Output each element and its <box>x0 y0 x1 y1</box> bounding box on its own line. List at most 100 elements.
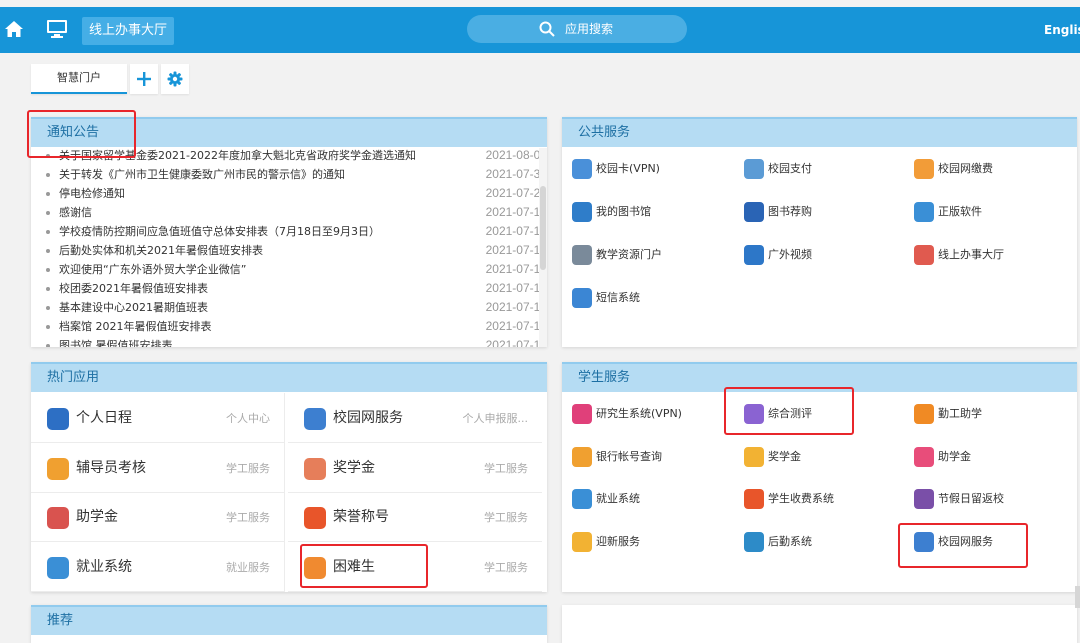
hot-app-name: 校园网服务 <box>333 410 403 426</box>
language-switch[interactable]: English <box>1044 23 1080 37</box>
top-navigation-bar: 线上办事大厅 应用搜索 English <box>0 7 1080 53</box>
holiday-icon <box>914 489 934 509</box>
recommend-title: 推荐 <box>31 605 547 635</box>
scrollbar-thumb[interactable] <box>540 186 546 270</box>
settings-button[interactable] <box>161 64 189 94</box>
hot-app-name: 荣誉称号 <box>333 509 389 525</box>
welcome-icon <box>572 531 592 552</box>
teaching-resource-icon <box>572 245 592 265</box>
annotation-box-hardship <box>300 544 428 588</box>
campus-card-icon <box>572 159 592 179</box>
service-label: 迎新服务 <box>596 534 640 548</box>
student-fee-icon <box>744 489 764 509</box>
monitor-icon[interactable] <box>46 19 68 39</box>
bullet-dot <box>46 173 50 177</box>
hot-app-item[interactable]: 辅导员考核 学工服务 <box>31 442 285 493</box>
bullet-dot <box>46 325 50 329</box>
notice-date: 2021-07-17 <box>485 262 539 276</box>
public-services-panel: 公共服务 校园卡(VPN) 校园支付 校园网缴费 我的图书馆 图书荐购 正版软件 教学资源门… <box>562 117 1077 347</box>
notice-list-item[interactable]: 基本建设中心2021暑期值班表 2021-07-17 <box>31 298 539 317</box>
hot-app-category: 个人中心 <box>226 412 270 425</box>
hot-app-item[interactable]: 荣誉称号 学工服务 <box>288 492 542 542</box>
bullet-dot <box>46 249 50 253</box>
notice-list-item[interactable]: 停电检修通知 2021-07-20 <box>31 184 539 203</box>
service-label: 奖学金 <box>768 449 801 463</box>
add-tab-button[interactable] <box>130 64 158 94</box>
service-label: 我的图书馆 <box>596 205 651 218</box>
counselor-icon <box>47 457 69 480</box>
notice-date: 2021-07-20 <box>485 186 539 200</box>
notice-list-item[interactable]: 关于转发《广州市卫生健康委致广州市民的警示信》的通知 2021-07-31 <box>31 165 539 184</box>
service-label: 节假日留返校 <box>938 492 1004 505</box>
notice-title[interactable]: 后勤处实体和机关2021年暑假值班安排表 <box>59 241 464 260</box>
notice-title[interactable]: 校团委2021年暑假值班安排表 <box>59 279 464 298</box>
bullet-dot <box>46 230 50 234</box>
work-study-icon <box>914 404 934 424</box>
library-icon <box>572 202 592 222</box>
hot-app-name: 辅导员考核 <box>76 459 146 476</box>
notice-title[interactable]: 关于转发《广州市卫生健康委致广州市民的警示信》的通知 <box>59 165 464 184</box>
notice-list-item[interactable]: 图书馆 暑假值班安排表 2021-07-17 <box>31 336 539 347</box>
plus-icon <box>137 72 151 86</box>
bullet-dot <box>46 306 50 310</box>
service-label: 勤工助学 <box>938 407 982 420</box>
hot-app-item[interactable]: 就业系统 就业服务 <box>31 541 285 592</box>
service-label: 就业系统 <box>596 492 640 505</box>
notice-date: 2021-07-17 <box>485 224 539 238</box>
book-purchase-icon <box>744 202 764 222</box>
payment-icon <box>744 159 764 179</box>
service-hall-icon <box>914 245 934 265</box>
hot-app-name: 个人日程 <box>76 410 132 426</box>
hot-app-item[interactable]: 校园网服务 个人申报服... <box>288 393 542 443</box>
app-search-button[interactable]: 应用搜索 <box>467 15 687 43</box>
notice-list-item[interactable]: 后勤处实体和机关2021年暑假值班安排表 2021-07-17 <box>31 241 539 260</box>
bullet-dot <box>46 344 50 347</box>
recommend-panel: 推荐 <box>31 605 547 643</box>
notice-title[interactable]: 学校疫情防控期间应急值班值守总体安排表（7月18日至9月3日） <box>59 222 464 241</box>
network-fee-icon <box>914 159 934 179</box>
notice-date: 2021-07-17 <box>485 281 539 295</box>
notice-scrollbar[interactable] <box>539 148 547 347</box>
graduate-icon <box>572 404 592 424</box>
search-label: 应用搜索 <box>565 22 614 36</box>
service-label: 线上办事大厅 <box>938 248 1004 261</box>
bullet-dot <box>46 211 50 215</box>
bullet-dot <box>46 287 50 291</box>
annotation-box-evaluation <box>724 387 854 435</box>
notice-list-item[interactable]: 感谢信 2021-07-17 <box>31 203 539 222</box>
bullet-dot <box>46 192 50 196</box>
grant-icon <box>914 446 934 467</box>
notice-title[interactable]: 基本建设中心2021暑期值班表 <box>59 298 464 317</box>
service-label: 校园支付 <box>768 162 812 175</box>
hot-apps-grid: 个人日程 个人中心 校园网服务 个人申报服... 辅导员考核 学工服务 奖学金 学工服务 助学金… <box>31 393 542 592</box>
service-label: 短信系统 <box>596 291 640 304</box>
notice-title[interactable]: 停电检修通知 <box>59 184 464 203</box>
page-scrollbar[interactable] <box>1075 586 1080 608</box>
bullet-dot <box>46 268 50 272</box>
tab-smart-portal[interactable]: 智慧门户 <box>31 64 127 94</box>
hot-apps-title: 热门应用 <box>31 362 547 392</box>
notice-list-item[interactable]: 学校疫情防控期间应急值班值守总体安排表（7月18日至9月3日） 2021-07-1… <box>31 222 539 241</box>
service-label: 研究生系统(VPN) <box>596 407 682 420</box>
notice-list: 关于国家留学基金委2021-2022年度加拿大魁北克省政府奖学金遴选通知 2021… <box>31 148 539 347</box>
search-icon <box>539 21 555 37</box>
hot-app-item[interactable]: 奖学金 学工服务 <box>288 443 542 493</box>
notice-list-item[interactable]: 档案馆 2021年暑假值班安排表 2021-07-17 <box>31 317 539 336</box>
notice-title[interactable]: 图书馆 暑假值班安排表 <box>59 336 464 347</box>
hot-app-item[interactable]: 个人日程 个人中心 <box>31 393 285 443</box>
software-icon <box>914 202 934 222</box>
service-label: 银行帐号查询 <box>596 449 662 463</box>
hot-app-category: 个人申报服... <box>462 412 529 425</box>
notice-title[interactable]: 欢迎使用“广东外语外贸大学企业微信” <box>59 260 464 279</box>
notice-list-item[interactable]: 校团委2021年暑假值班安排表 2021-07-17 <box>31 279 539 298</box>
notice-title[interactable]: 感谢信 <box>59 203 464 222</box>
calendar-icon <box>47 408 69 430</box>
service-hall-title[interactable]: 线上办事大厅 <box>82 17 174 45</box>
employment-icon <box>572 489 592 509</box>
hot-app-item[interactable]: 助学金 学工服务 <box>31 492 285 542</box>
notice-list-item[interactable]: 欢迎使用“广东外语外贸大学企业微信” 2021-07-17 <box>31 260 539 279</box>
grant-icon <box>47 507 69 529</box>
home-icon[interactable] <box>4 19 24 39</box>
hot-app-category: 学工服务 <box>484 511 528 524</box>
notice-title[interactable]: 档案馆 2021年暑假值班安排表 <box>59 317 464 336</box>
